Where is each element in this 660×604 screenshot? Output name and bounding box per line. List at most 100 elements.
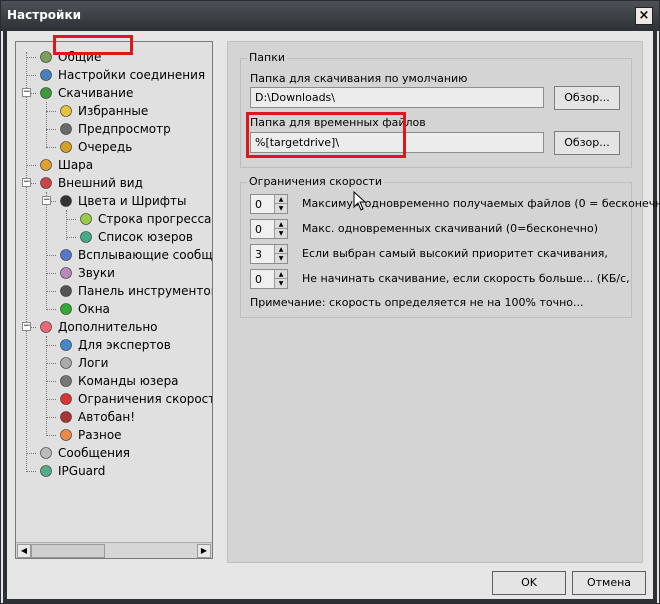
spin-down-icon[interactable]: ▼ bbox=[274, 204, 287, 213]
tree-item-label: Разное bbox=[78, 428, 122, 442]
tree-connector bbox=[46, 255, 56, 256]
speed-spinner-1[interactable]: 0 ▲ ▼ bbox=[250, 219, 288, 239]
default-folder-label: Папка для скачивания по умолчанию bbox=[250, 72, 468, 85]
preview-icon bbox=[58, 121, 74, 137]
speed-spinner-2-value: 3 bbox=[255, 248, 262, 261]
palette-icon bbox=[58, 193, 74, 209]
ipguard-icon bbox=[38, 463, 54, 479]
tree-connector bbox=[26, 165, 36, 166]
tree-item-label: Внешний вид bbox=[58, 176, 143, 190]
spin-up-icon[interactable]: ▲ bbox=[274, 195, 287, 204]
tree-item-label: Команды юзера bbox=[78, 374, 179, 388]
messages-icon bbox=[38, 445, 54, 461]
speed-spinner-0-value: 0 bbox=[255, 198, 262, 211]
star-icon bbox=[58, 103, 74, 119]
tree-item-label: Автобан! bbox=[78, 410, 136, 424]
tree-connector bbox=[46, 111, 56, 112]
default-folder-input[interactable]: D:\Downloads\ bbox=[250, 87, 544, 108]
tree-connector bbox=[66, 237, 76, 238]
sound-icon bbox=[58, 265, 74, 281]
tree-item-label: Очередь bbox=[78, 140, 133, 154]
tree-item-label: Скачивание bbox=[58, 86, 134, 100]
tree-item-label: Сообщения bbox=[58, 446, 131, 460]
selected-item-highlight bbox=[53, 35, 133, 55]
ok-button[interactable]: OK bbox=[492, 571, 566, 595]
tree-item-label: Окна bbox=[78, 302, 110, 316]
tree-connector bbox=[46, 435, 56, 436]
tree-connector bbox=[46, 291, 56, 292]
tree-connector bbox=[46, 192, 47, 310]
toolbar-icon bbox=[58, 283, 74, 299]
speed-spinner-2[interactable]: 3 ▲ ▼ bbox=[250, 244, 288, 264]
spin-up-icon[interactable]: ▲ bbox=[274, 270, 287, 279]
tree-connector bbox=[46, 147, 56, 148]
tree-connector bbox=[26, 453, 36, 454]
connection-icon bbox=[38, 67, 54, 83]
temp-folder-highlight bbox=[246, 112, 406, 158]
tree-item-label: Всплывающие сообщен bbox=[78, 248, 213, 262]
popup-icon bbox=[58, 247, 74, 263]
browse-default-button[interactable]: Обзор... bbox=[554, 86, 620, 110]
speed-spinner-1-value: 0 bbox=[255, 223, 262, 236]
tree-item-label: Цвета и Шрифты bbox=[78, 194, 187, 208]
collapse-icon[interactable]: − bbox=[22, 322, 31, 331]
collapse-icon[interactable]: − bbox=[22, 88, 31, 97]
speed-row-2-text: Если выбран самый высокий приоритет скач… bbox=[302, 247, 608, 260]
speed-group-title: Ограничения скорости bbox=[247, 175, 384, 188]
tree-connector bbox=[46, 417, 56, 418]
progress-icon bbox=[78, 211, 94, 227]
settings-tree[interactable]: ◀ ▶ Общие Настройки соединения Скачивание И… bbox=[15, 41, 213, 559]
tree-connector bbox=[46, 345, 56, 346]
speed-spinner-0[interactable]: 0 ▲ ▼ bbox=[250, 194, 288, 214]
title-bar[interactable]: Настройки × bbox=[1, 1, 659, 31]
download-icon bbox=[38, 85, 54, 101]
tree-item-label: Панель инструментов bbox=[78, 284, 213, 298]
expert-icon bbox=[58, 337, 74, 353]
folders-group-title: Папки bbox=[247, 51, 287, 64]
close-button[interactable]: × bbox=[635, 7, 653, 25]
cancel-button[interactable]: Отмена bbox=[572, 571, 646, 595]
scroll-thumb[interactable] bbox=[31, 544, 105, 558]
tree-horizontal-scrollbar[interactable]: ◀ ▶ bbox=[16, 542, 212, 558]
collapse-icon[interactable]: − bbox=[22, 178, 31, 187]
window-title: Настройки bbox=[7, 8, 82, 22]
browse-temp-button[interactable]: Обзор... bbox=[554, 131, 620, 155]
spin-down-icon[interactable]: ▼ bbox=[274, 254, 287, 263]
misc-icon bbox=[58, 427, 74, 443]
tree-connector bbox=[46, 363, 56, 364]
tree-connector bbox=[66, 219, 76, 220]
spin-up-icon[interactable]: ▲ bbox=[274, 220, 287, 229]
spin-down-icon[interactable]: ▼ bbox=[274, 279, 287, 288]
tree-item-label: Логи bbox=[78, 356, 109, 370]
logs-icon bbox=[58, 355, 74, 371]
collapse-icon[interactable]: − bbox=[42, 196, 51, 205]
speed-spinner-3-value: 0 bbox=[255, 273, 262, 286]
share-icon bbox=[38, 157, 54, 173]
spin-down-icon[interactable]: ▼ bbox=[274, 229, 287, 238]
speed-row-1-text: Макс. одновременных скачиваний (0=бескон… bbox=[302, 222, 598, 235]
settings-window: Настройки × ◀ ▶ Общие Настройки соединени… bbox=[0, 0, 660, 604]
spin-up-icon[interactable]: ▲ bbox=[274, 245, 287, 254]
tree-connector bbox=[26, 75, 36, 76]
tree-item-label: Предпросмотр bbox=[78, 122, 171, 136]
queue-icon bbox=[58, 139, 74, 155]
tree-connector bbox=[46, 102, 47, 147]
tree-connector bbox=[26, 52, 27, 472]
tree-item-label: Ограничения скорости bbox=[78, 392, 213, 406]
tree-connector bbox=[26, 57, 36, 58]
mouse-cursor-icon bbox=[353, 191, 367, 211]
speed-spinner-3[interactable]: 0 ▲ ▼ bbox=[250, 269, 288, 289]
tree-connector bbox=[66, 210, 67, 240]
commands-icon bbox=[58, 373, 74, 389]
tree-item-label: Дополнительно bbox=[58, 320, 158, 334]
scroll-left-arrow-icon[interactable]: ◀ bbox=[17, 544, 31, 558]
users-icon bbox=[78, 229, 94, 245]
tree-connector bbox=[46, 309, 56, 310]
tree-item-label: Звуки bbox=[78, 266, 115, 280]
scroll-right-arrow-icon[interactable]: ▶ bbox=[197, 544, 211, 558]
advanced-icon bbox=[38, 319, 54, 335]
tree-item-label: Строка прогресса bbox=[98, 212, 212, 226]
tree-connector bbox=[46, 273, 56, 274]
general-icon bbox=[38, 49, 54, 65]
tree-item-label: Шара bbox=[58, 158, 94, 172]
